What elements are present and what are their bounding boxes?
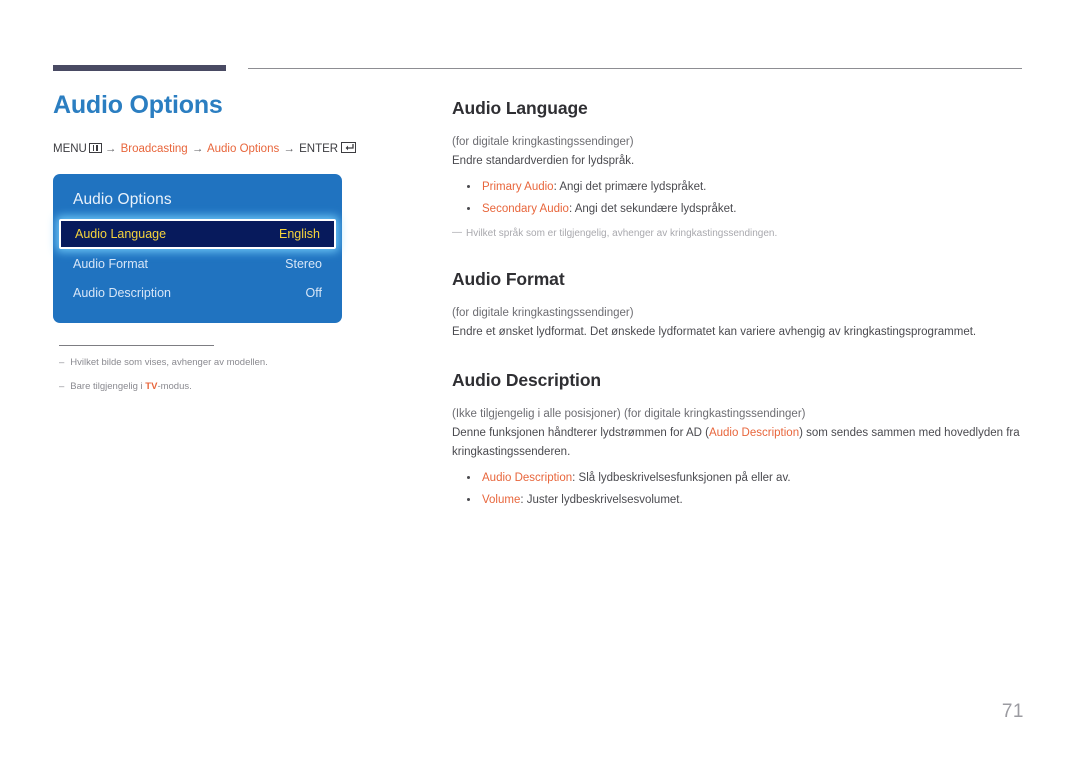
enter-return-icon: [341, 141, 357, 153]
bullet-term: Volume: [482, 494, 521, 507]
breadcrumb-menu-label: MENU: [53, 142, 87, 155]
footnote-dash: –: [59, 380, 65, 392]
osd-row-audio-format[interactable]: Audio Format Stereo: [53, 249, 342, 278]
rich-line-term: Audio Description: [708, 426, 800, 439]
osd-row-value: English: [279, 227, 320, 242]
bullet-text: : Angi det sekundære lydspråket.: [568, 203, 737, 216]
breadcrumb-item-broadcasting[interactable]: Broadcasting: [121, 143, 188, 155]
osd-row-label: Audio Description: [73, 285, 171, 300]
section-line: Endre et ønsket lydformat. Det ønskede l…: [452, 325, 977, 338]
bullet-term: Audio Description: [482, 471, 573, 484]
osd-row-value: Off: [305, 285, 322, 300]
rich-line-before: Denne funksjonen håndterer lydstrømmen f…: [452, 426, 709, 439]
bullet-term: Primary Audio: [482, 180, 554, 193]
bullet-text: : Juster lydbeskrivelsesvolumet.: [520, 494, 683, 507]
footnote-divider: [59, 345, 214, 347]
enter-arrow-glyph: [345, 143, 354, 150]
osd-row-audio-description[interactable]: Audio Description Off: [53, 278, 342, 307]
header-accent-bar: [53, 65, 226, 71]
breadcrumb-item-audio-options[interactable]: Audio Options: [207, 143, 279, 155]
bullet-list: Primary Audio: Angi det primære lydspråk…: [452, 176, 1024, 221]
bullet-list: Audio Description: Slå lydbeskrivelsesfu…: [452, 467, 1024, 512]
section-audio-format: Audio Format (for digitale kringkastings…: [452, 269, 1024, 342]
section-audio-language: Audio Language (for digitale kringkastin…: [452, 98, 1024, 241]
breadcrumb-arrow-3: →: [283, 142, 295, 155]
footnote-text: Bare tilgjengelig i TV-modus.: [70, 380, 191, 393]
list-item: Secondary Audio: Angi det sekundære lyds…: [452, 198, 1024, 220]
section-note: — Hvilket språk som er tilgjengelig, avh…: [452, 226, 1024, 241]
list-item: Primary Audio: Angi det primære lydspråk…: [452, 176, 1024, 198]
osd-row-value: Stereo: [285, 256, 322, 271]
breadcrumb-arrow-1: →: [104, 142, 117, 155]
section-line: Endre standardverdien for lydspråk.: [452, 154, 635, 167]
osd-row-label: Audio Format: [73, 256, 149, 271]
osd-panel-title: Audio Options: [73, 191, 172, 209]
section-title: Audio Format: [452, 268, 565, 289]
section-line: (for digitale kringkastingssendinger): [452, 306, 634, 319]
section-title: Audio Description: [452, 369, 601, 390]
breadcrumb-arrow-2: →: [191, 142, 204, 155]
footnote-highlight: TV: [145, 380, 158, 392]
osd-row-audio-language[interactable]: Audio Language English: [59, 219, 336, 250]
section-line: (for digitale kringkastingssendinger): [452, 136, 634, 148]
section-line: (Ikke tilgjengelig i alle posisjoner) (f…: [452, 407, 806, 420]
footnote-text-after: -modus.: [157, 380, 192, 392]
breadcrumb-enter-label: ENTER: [299, 142, 339, 155]
footnote-2: – Bare tilgjengelig i TV-modus.: [59, 380, 413, 393]
footnote-text: Hvilket bilde som vises, avhenger av mod…: [70, 357, 268, 369]
breadcrumb: MENU → Broadcasting → Audio Options → ENT…: [53, 141, 413, 157]
note-text: Hvilket språk som er tilgjengelig, avhen…: [466, 227, 778, 239]
page-title: Audio Options: [53, 91, 223, 119]
footnote-dash: –: [59, 357, 65, 369]
menu-grid-icon: [88, 142, 102, 153]
osd-menu-panel: Audio Options Audio Language English Aud…: [53, 174, 342, 324]
section-title: Audio Language: [452, 98, 588, 118]
list-item: Volume: Juster lydbeskrivelsesvolumet.: [452, 489, 1024, 511]
footnote-1: – Hvilket bilde som vises, avhenger av m…: [59, 356, 413, 369]
bullet-term: Secondary Audio: [482, 203, 569, 216]
note-dash: —: [452, 226, 462, 238]
left-column: Audio Options MENU → Broadcasting → Audio…: [53, 91, 413, 403]
list-item: Audio Description: Slå lydbeskrivelsesfu…: [452, 467, 1024, 489]
right-column: Audio Language (for digitale kringkastin…: [452, 98, 1024, 511]
page-number: 71: [1001, 701, 1024, 722]
osd-row-label: Audio Language: [75, 227, 167, 242]
section-audio-description: Audio Description (Ikke tilgjengelig i a…: [452, 370, 1024, 512]
bullet-text: : Angi det primære lydspråket.: [553, 180, 707, 193]
section-rich-line: Denne funksjonen håndterer lydstrømmen f…: [452, 424, 1024, 462]
bullet-text: : Slå lydbeskrivelsesfunksjonen på eller…: [572, 471, 791, 484]
footnote-text-before: Bare tilgjengelig i: [70, 380, 146, 392]
header-rule: [248, 68, 1022, 69]
